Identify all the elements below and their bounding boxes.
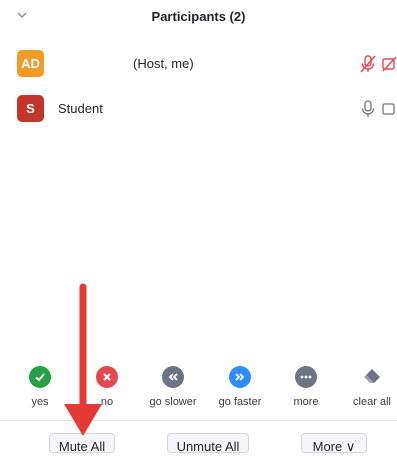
feedback-label: yes <box>31 396 49 408</box>
feedback-go-slower[interactable]: go slower <box>138 366 208 408</box>
more-button[interactable]: More ∨ <box>301 433 367 454</box>
feedback-clear-all[interactable]: clear all <box>337 366 397 408</box>
x-icon <box>96 366 118 388</box>
feedback-label: more <box>293 396 319 408</box>
feedback-label: clear all <box>353 396 391 408</box>
feedback-yes[interactable]: yes <box>5 366 75 408</box>
avatar: AD <box>17 50 44 77</box>
participant-role: (Host, me) <box>133 56 194 71</box>
unmute-all-button[interactable]: Unmute All <box>167 433 249 454</box>
mic-muted-icon[interactable] <box>359 54 377 74</box>
avatar: S <box>17 95 44 122</box>
eraser-icon <box>361 366 383 388</box>
mute-all-button[interactable]: Mute All <box>49 433 115 454</box>
feedback-more[interactable]: more <box>271 366 341 408</box>
participant-row[interactable]: AD (Host, me) <box>0 44 397 84</box>
ellipsis-icon <box>295 366 317 388</box>
feedback-label: no <box>100 396 114 408</box>
participant-row[interactable]: S Student <box>0 89 397 129</box>
feedback-label: go slower <box>149 396 197 408</box>
feedback-label: go faster <box>218 396 262 408</box>
fast-forward-icon <box>229 366 251 388</box>
check-icon <box>29 366 51 388</box>
nonverbal-feedback-bar: yes no go slower go faster more clear al… <box>0 360 397 420</box>
video-icon[interactable] <box>382 99 397 119</box>
divider <box>0 420 397 421</box>
participants-header: Participants (2) <box>0 0 397 34</box>
rewind-icon <box>162 366 184 388</box>
video-off-icon[interactable] <box>382 54 397 74</box>
feedback-go-faster[interactable]: go faster <box>205 366 275 408</box>
feedback-no[interactable]: no <box>72 366 142 408</box>
participant-name: Student <box>58 101 103 116</box>
mic-icon[interactable] <box>359 99 377 119</box>
panel-title: Participants (2) <box>151 9 246 24</box>
